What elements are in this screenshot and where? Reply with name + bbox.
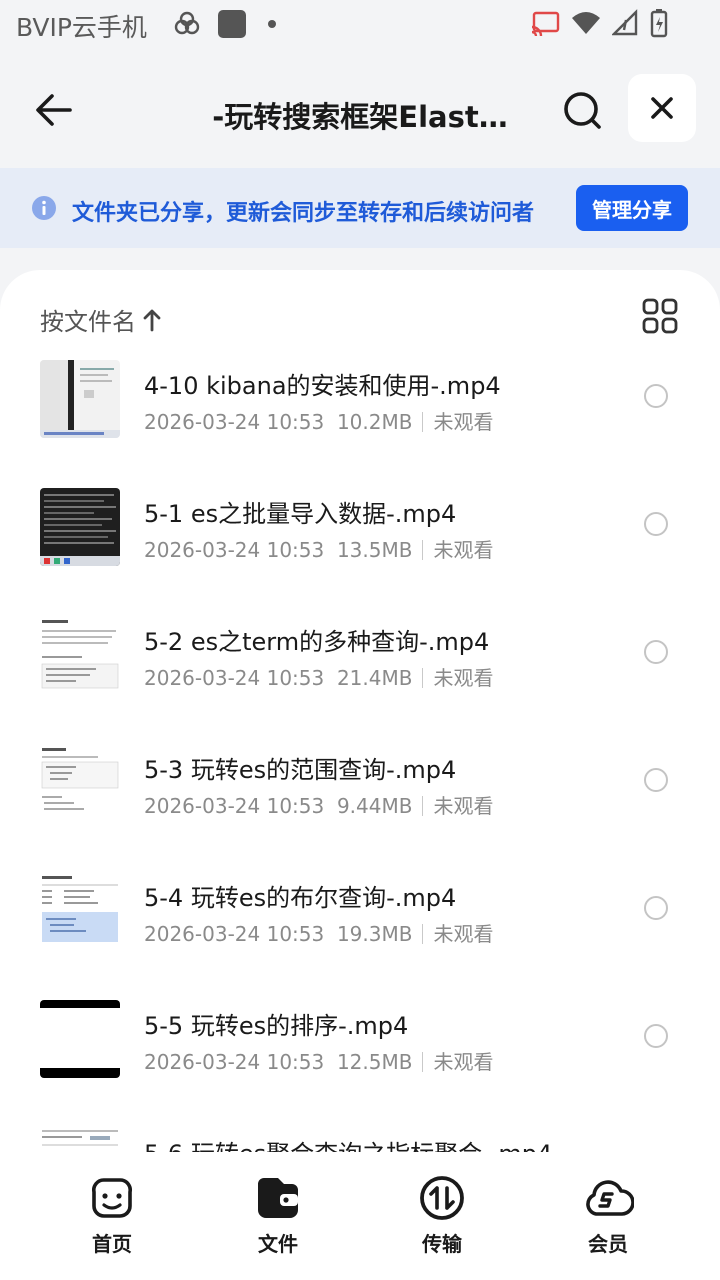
watch-status: 未观看 bbox=[433, 410, 494, 434]
file-date: 2026-03-24 10:53 bbox=[144, 666, 325, 690]
tab-transfer[interactable]: 传输 bbox=[382, 1174, 502, 1257]
file-name: 5-1 es之批量导入数据-.mp4 bbox=[144, 500, 457, 528]
watch-status: 未观看 bbox=[433, 922, 494, 946]
file-item[interactable]: 5-1 es之批量导入数据-.mp4 2026-03-24 10:53 13.5… bbox=[0, 488, 720, 616]
watch-status: 未观看 bbox=[433, 538, 494, 562]
share-notice-text: 文件夹已分享，更新会同步至转存和后续访问者 bbox=[72, 201, 535, 226]
file-name: 5-3 玩转es的范围查询-.mp4 bbox=[144, 756, 457, 784]
tab-label: 传输 bbox=[422, 1232, 462, 1256]
file-item[interactable]: 4-10 kibana的安装和使用-.mp4 2026-03-24 10:53 … bbox=[0, 360, 720, 488]
video-thumbnail bbox=[40, 1000, 120, 1078]
file-size: 12.5MB bbox=[336, 1050, 413, 1074]
file-date: 2026-03-24 10:53 bbox=[144, 410, 325, 434]
video-thumbnail bbox=[40, 872, 120, 950]
dot-icon bbox=[268, 20, 276, 28]
file-item[interactable]: 5-2 es之term的多种查询-.mp4 2026-03-24 10:53 2… bbox=[0, 616, 720, 744]
watch-status: 未观看 bbox=[433, 794, 494, 818]
status-carrier: BVIP云手机 bbox=[16, 13, 147, 42]
video-thumbnail bbox=[40, 488, 120, 566]
wifi-icon bbox=[572, 12, 600, 34]
file-meta: 2026-03-24 10:53 13.5MB 未观看 bbox=[144, 534, 493, 563]
watch-status: 未观看 bbox=[433, 1050, 494, 1074]
grid-view-button[interactable] bbox=[642, 298, 678, 334]
arrow-up-icon bbox=[143, 309, 161, 331]
file-date: 2026-03-24 10:53 bbox=[144, 922, 325, 946]
transfer-icon bbox=[420, 1176, 464, 1220]
file-meta: 2026-03-24 10:53 10.2MB 未观看 bbox=[144, 406, 493, 435]
battery-charging-icon bbox=[650, 9, 668, 38]
file-name: 5-6 玩转es聚合查询之指标聚合-.mp4 bbox=[144, 1134, 552, 1152]
video-thumbnail bbox=[40, 616, 120, 694]
close-button[interactable] bbox=[628, 74, 696, 142]
file-name: 5-4 玩转es的布尔查询-.mp4 bbox=[144, 884, 457, 912]
watch-status: 未观看 bbox=[433, 666, 494, 690]
select-radio[interactable] bbox=[644, 512, 668, 536]
file-name: 5-5 玩转es的排序-.mp4 bbox=[144, 1012, 409, 1040]
file-item[interactable]: 5-6 玩转es聚合查询之指标聚合-.mp4 bbox=[0, 1128, 720, 1152]
info-icon bbox=[32, 196, 56, 220]
cloud-links-icon bbox=[174, 11, 200, 35]
file-date: 2026-03-24 10:53 bbox=[144, 1050, 325, 1074]
select-radio[interactable] bbox=[644, 896, 668, 920]
file-item[interactable]: 5-5 玩转es的排序-.mp4 2026-03-24 10:53 12.5MB… bbox=[0, 1000, 720, 1128]
video-thumbnail bbox=[40, 360, 120, 438]
wallet-files-icon bbox=[258, 1178, 298, 1218]
app-square-icon bbox=[218, 10, 246, 38]
select-radio[interactable] bbox=[644, 768, 668, 792]
smiley-home-icon bbox=[92, 1178, 132, 1218]
tab-vip[interactable]: 会员 bbox=[548, 1174, 668, 1257]
grid-view-icon bbox=[642, 298, 678, 334]
signal-icon bbox=[612, 9, 638, 36]
cloud-vip-icon bbox=[586, 1180, 634, 1216]
close-icon bbox=[651, 97, 673, 119]
manage-share-button[interactable]: 管理分享 bbox=[576, 185, 688, 231]
file-name: 5-2 es之term的多种查询-.mp4 bbox=[144, 628, 490, 656]
tab-home[interactable]: 首页 bbox=[52, 1174, 172, 1257]
select-radio[interactable] bbox=[644, 640, 668, 664]
file-list-panel: 按文件名 4-10 kibana的安装和使用-.mp4 2026-03-24 1… bbox=[0, 270, 720, 1152]
arrow-left-icon bbox=[36, 94, 72, 126]
search-button[interactable] bbox=[556, 84, 608, 136]
file-name: 4-10 kibana的安装和使用-.mp4 bbox=[144, 372, 501, 400]
page-title: -玩转搜索框架Elast… bbox=[212, 100, 508, 134]
file-meta: 2026-03-24 10:53 19.3MB 未观看 bbox=[144, 918, 493, 947]
file-item[interactable]: 5-3 玩转es的范围查询-.mp4 2026-03-24 10:53 9.44… bbox=[0, 744, 720, 872]
search-icon bbox=[564, 92, 601, 129]
file-size: 19.3MB bbox=[336, 922, 413, 946]
file-size: 10.2MB bbox=[336, 410, 413, 434]
file-item[interactable]: 5-4 玩转es的布尔查询-.mp4 2026-03-24 10:53 19.3… bbox=[0, 872, 720, 1000]
select-radio[interactable] bbox=[644, 384, 668, 408]
file-meta: 2026-03-24 10:53 12.5MB 未观看 bbox=[144, 1046, 493, 1075]
tab-files[interactable]: 文件 bbox=[218, 1174, 338, 1257]
file-date: 2026-03-24 10:53 bbox=[144, 538, 325, 562]
bottom-tab-bar: 首页 文件 传输 会员 bbox=[0, 1152, 720, 1280]
navbar: -玩转搜索框架Elast… bbox=[0, 50, 720, 168]
tab-label: 会员 bbox=[588, 1232, 628, 1256]
video-thumbnail bbox=[40, 744, 120, 822]
file-meta: 2026-03-24 10:53 9.44MB 未观看 bbox=[144, 790, 493, 819]
tab-label: 文件 bbox=[258, 1232, 298, 1256]
file-size: 13.5MB bbox=[336, 538, 413, 562]
tab-label: 首页 bbox=[92, 1232, 132, 1256]
back-button[interactable] bbox=[28, 84, 80, 136]
cast-icon bbox=[531, 11, 560, 37]
share-banner: 文件夹已分享，更新会同步至转存和后续访问者 管理分享 bbox=[0, 168, 720, 248]
select-radio[interactable] bbox=[644, 1024, 668, 1048]
status-bar: BVIP云手机 bbox=[0, 0, 720, 50]
sort-by-name-button[interactable]: 按文件名 bbox=[40, 302, 162, 337]
file-size: 9.44MB bbox=[336, 794, 413, 818]
video-thumbnail bbox=[40, 1128, 120, 1152]
file-date: 2026-03-24 10:53 bbox=[144, 794, 325, 818]
file-meta: 2026-03-24 10:53 21.4MB 未观看 bbox=[144, 662, 493, 691]
sort-label: 按文件名 bbox=[40, 308, 136, 336]
file-size: 21.4MB bbox=[336, 666, 413, 690]
